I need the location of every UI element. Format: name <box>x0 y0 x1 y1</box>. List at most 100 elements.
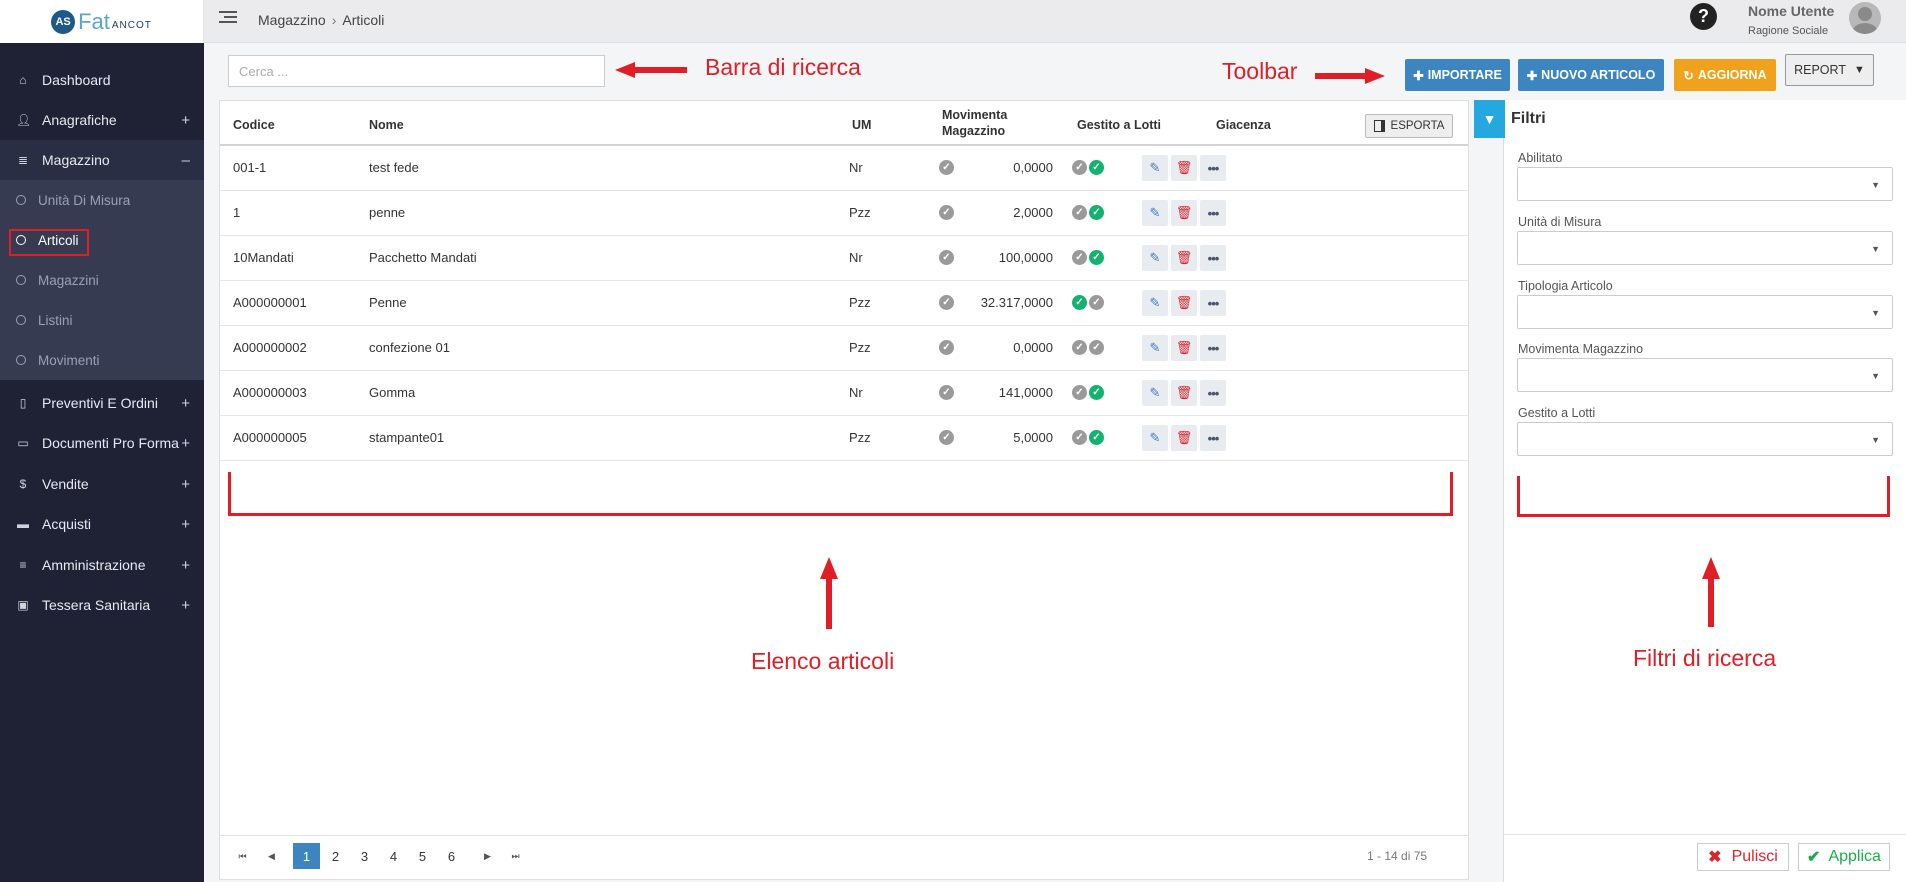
sidebar-subitem-unita-di-misura[interactable]: Unità Di Misura <box>0 180 204 220</box>
trash-icon[interactable]: 🗑︎ <box>1171 380 1197 406</box>
filter-select-unita-misura[interactable]: ▼ <box>1517 231 1893 265</box>
cell-name: stampante01 <box>369 430 445 445</box>
import-button[interactable]: ✚ IMPORTARE <box>1405 59 1510 91</box>
breadcrumb-item[interactable]: Magazzino <box>258 12 326 28</box>
close-icon: ✖ <box>1708 849 1722 866</box>
page-button[interactable]: 5 <box>409 843 436 869</box>
page-button[interactable]: 3 <box>351 843 378 869</box>
table-row[interactable]: A000000001 Penne Pzz ✓ ✓ 32.317,0000 ✓ ✎ 🗑︎ ••• <box>220 281 1468 326</box>
sidebar-subitem-listini[interactable]: Listini <box>0 300 204 340</box>
edit-icon[interactable]: ✎ <box>1142 425 1168 451</box>
trash-icon[interactable]: 🗑︎ <box>1171 335 1197 361</box>
export-button[interactable]: ESPORTA <box>1365 114 1453 138</box>
report-dropdown[interactable]: REPORT ▼ <box>1785 54 1874 86</box>
cell-stock: 100,0000 <box>998 250 1053 265</box>
sidebar-item-label: Vendite <box>42 476 89 492</box>
more-icon[interactable]: ••• <box>1200 425 1226 451</box>
menu-toggle-icon[interactable] <box>219 11 237 25</box>
check-circle-icon: ✓ <box>939 385 954 400</box>
table-row[interactable]: 001-1 test fede Nr ✓ ✓ 0,0000 ✓ ✎ 🗑︎ ••• <box>220 146 1468 191</box>
table-row[interactable]: 1 penne Pzz ✓ ✓ 2,0000 ✓ ✎ 🗑︎ ••• <box>220 191 1468 236</box>
page-button[interactable]: 2 <box>322 843 349 869</box>
arrow-up-annotation <box>1702 557 1720 627</box>
column-header-lots[interactable]: Gestito a Lotti <box>1077 118 1161 132</box>
sidebar-item-magazzino[interactable]: ≣ Magazzino – <box>0 140 204 180</box>
chevron-right-icon: › <box>331 12 337 28</box>
collapse-icon: – <box>181 151 190 169</box>
cell-name: penne <box>369 205 406 220</box>
edit-icon[interactable]: ✎ <box>1142 290 1168 316</box>
sidebar-item-anagrafiche[interactable]: 👤︎ Anagrafiche + <box>0 100 204 140</box>
filter-select-lotti[interactable]: ▼ <box>1517 422 1893 456</box>
check-circle-icon: ✓ <box>939 295 954 310</box>
more-icon[interactable]: ••• <box>1200 380 1226 406</box>
filter-icon[interactable]: ▼ <box>1474 100 1505 138</box>
more-icon[interactable]: ••• <box>1200 155 1226 181</box>
prev-page-icon[interactable]: ◀ <box>258 843 285 869</box>
next-page-icon[interactable]: ▶ <box>474 843 501 869</box>
user-name[interactable]: Nome Utente <box>1748 3 1834 19</box>
check-circle-icon: ✓ <box>1072 250 1087 265</box>
column-header-code[interactable]: Codice <box>233 118 275 132</box>
sidebar-item-amministrazione[interactable]: ≡ Amministrazione + <box>0 545 204 585</box>
page-button[interactable]: 1 <box>293 843 320 869</box>
check-circle-icon: ✓ <box>939 250 954 265</box>
page-button[interactable]: 4 <box>380 843 407 869</box>
column-header-stock[interactable]: Giacenza <box>1216 118 1271 132</box>
avatar[interactable] <box>1849 2 1881 34</box>
column-header-name[interactable]: Nome <box>369 118 404 132</box>
table-row[interactable]: 10Mandati Pacchetto Mandati Nr ✓ ✓ 100,0000 ✓ ✎… <box>220 236 1468 281</box>
more-icon[interactable]: ••• <box>1200 245 1226 271</box>
app-logo[interactable]: AS Fat ANCOT <box>0 0 204 43</box>
cell-code: A000000005 <box>233 430 307 445</box>
trash-icon[interactable]: 🗑︎ <box>1171 200 1197 226</box>
column-header-movimenta[interactable]: Movimenta <box>942 108 1007 122</box>
apply-filters-button[interactable]: ✔ Applica <box>1798 843 1890 871</box>
sidebar-item-label: Preventivi E Ordini <box>42 395 158 411</box>
sidebar-subitem-magazzini[interactable]: Magazzini <box>0 260 204 300</box>
help-icon[interactable]: ? <box>1690 3 1717 30</box>
table-row[interactable]: A000000003 Gomma Nr ✓ ✓ 141,0000 ✓ ✎ 🗑︎ ••• <box>220 371 1468 416</box>
search-input[interactable] <box>228 55 605 87</box>
more-icon[interactable]: ••• <box>1200 290 1226 316</box>
table-row[interactable]: A000000005 stampante01 Pzz ✓ ✓ 5,0000 ✓ ✎ 🗑︎ ••• <box>220 416 1468 461</box>
expand-icon: + <box>181 434 190 452</box>
check-circle-icon: ✓ <box>1089 430 1104 445</box>
sidebar-item-documenti-pro-forma[interactable]: ▭ Documenti Pro Forma + <box>0 423 204 463</box>
refresh-icon: ↻ <box>1683 68 1694 83</box>
sidebar-item-acquisti[interactable]: ▬ Acquisti + <box>0 504 204 544</box>
more-icon[interactable]: ••• <box>1200 200 1226 226</box>
check-circle-icon: ✓ <box>1089 385 1104 400</box>
edit-icon[interactable]: ✎ <box>1142 200 1168 226</box>
filter-select-tipologia[interactable]: ▼ <box>1517 295 1893 329</box>
cell-um: Pzz <box>849 295 871 310</box>
check-circle-icon: ✓ <box>1072 385 1087 400</box>
filter-select-abilitato[interactable]: ▼ <box>1517 167 1893 201</box>
trash-icon[interactable]: 🗑︎ <box>1171 155 1197 181</box>
new-article-button[interactable]: ✚ NUOVO ARTICOLO <box>1518 59 1664 91</box>
edit-icon[interactable]: ✎ <box>1142 380 1168 406</box>
pager-info: 1 - 14 di 75 <box>1367 849 1428 863</box>
table-row[interactable]: A000000002 confezione 01 Pzz ✓ ✓ 0,0000 ✓ ✎ 🗑︎ ••… <box>220 326 1468 371</box>
refresh-button[interactable]: ↻ AGGIORNA <box>1674 59 1776 91</box>
first-page-icon[interactable]: ⏮ <box>229 843 256 869</box>
logo-text: Fat <box>78 8 110 34</box>
trash-icon[interactable]: 🗑︎ <box>1171 290 1197 316</box>
edit-icon[interactable]: ✎ <box>1142 335 1168 361</box>
clear-filters-button[interactable]: ✖ Pulisci <box>1697 843 1789 871</box>
edit-icon[interactable]: ✎ <box>1142 155 1168 181</box>
more-icon[interactable]: ••• <box>1200 335 1226 361</box>
sidebar-subitem-movimenti[interactable]: Movimenti <box>0 340 204 380</box>
filter-select-movimenta[interactable]: ▼ <box>1517 358 1893 392</box>
edit-icon[interactable]: ✎ <box>1142 245 1168 271</box>
sidebar-item-preventivi[interactable]: ▯ Preventivi E Ordini + <box>0 383 204 423</box>
sidebar-item-vendite[interactable]: $ Vendite + <box>0 464 204 504</box>
trash-icon[interactable]: 🗑︎ <box>1171 245 1197 271</box>
sidebar-item-dashboard[interactable]: ⌂ Dashboard <box>0 60 204 100</box>
last-page-icon[interactable]: ⏭ <box>502 843 529 869</box>
column-header-um[interactable]: UM <box>852 118 871 132</box>
sidebar-item-tessera-sanitaria[interactable]: ▣ Tessera Sanitaria + <box>0 585 204 625</box>
page-button[interactable]: 6 <box>438 843 465 869</box>
cell-stock: 0,0000 <box>1013 160 1053 175</box>
trash-icon[interactable]: 🗑︎ <box>1171 425 1197 451</box>
